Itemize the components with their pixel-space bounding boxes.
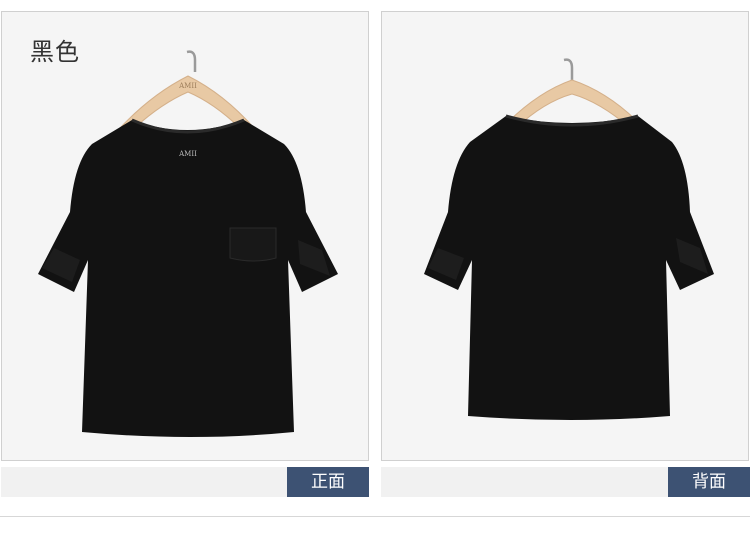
color-label: 黑色 (30, 38, 80, 66)
neck-label-text: AMII (178, 150, 197, 158)
front-view-panel: AMII AMII 黑色 (1, 11, 369, 461)
chest-pocket (229, 227, 277, 262)
back-view-panel (381, 11, 749, 461)
hanger-brand-text: AMII (178, 82, 197, 90)
hanger-hook (563, 58, 574, 80)
tshirt-back (424, 116, 714, 420)
hanger-hook (186, 50, 197, 72)
bottom-divider (0, 516, 750, 517)
front-view-tag: 正面 (287, 467, 369, 497)
back-view-tag: 背面 (668, 467, 750, 497)
back-view-photo (424, 58, 714, 420)
front-view-photo: AMII AMII (38, 50, 338, 437)
tshirt-front (38, 120, 338, 437)
